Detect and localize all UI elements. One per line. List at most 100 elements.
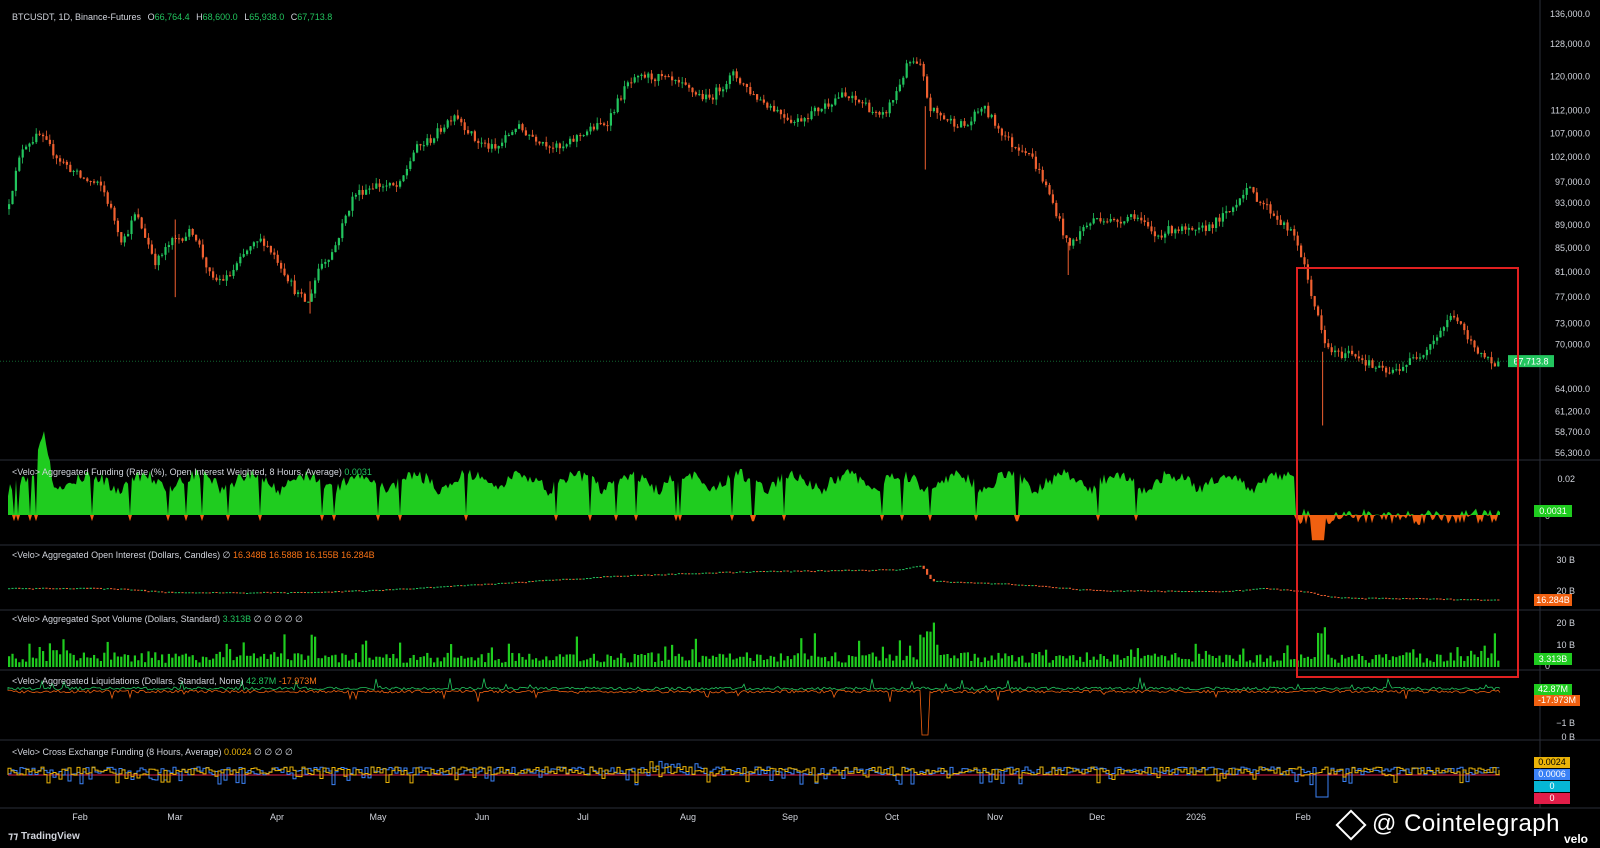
oi-candle <box>188 592 191 594</box>
spot-volume-bar <box>592 653 595 667</box>
candle-body <box>898 84 901 92</box>
spot-volume-bar <box>1422 662 1425 667</box>
spot-volume-bar <box>371 659 374 667</box>
spot-volume-bar <box>528 653 531 667</box>
spot-volume-bar <box>518 653 521 667</box>
candle-body <box>1354 354 1357 357</box>
spot-volume-bar <box>987 660 990 667</box>
candle-body <box>497 146 500 149</box>
oi-candle <box>191 592 194 594</box>
oi-candle <box>728 571 731 573</box>
candle-body <box>1429 344 1432 350</box>
spot-volume-bar <box>344 654 347 667</box>
spot-volume-bar <box>732 659 735 667</box>
price-tick-label: 120,000.0 <box>1550 71 1590 81</box>
oi-candle <box>1378 598 1381 600</box>
oi-candle <box>1123 590 1126 592</box>
oi-candle <box>1456 599 1459 601</box>
oi-candle <box>912 566 915 568</box>
spot-volume-bar <box>994 659 997 667</box>
candle-body <box>1412 357 1415 359</box>
spot-volume-bar <box>1374 654 1377 667</box>
candle-body <box>1361 358 1364 361</box>
liq-short-label: -17.973M <box>1538 695 1576 705</box>
tradingview-logo[interactable]: ⁊⁊ TradingView <box>8 831 80 842</box>
candle-body <box>800 118 803 122</box>
oi-candle <box>52 588 55 590</box>
spot-volume-bar <box>834 652 837 667</box>
btc-chart[interactable]: 136,000.0 128,000.0 120,000.0 112,000.0 107,… <box>0 0 1600 848</box>
spot-volume-bar <box>89 657 92 667</box>
spot-volume-bar <box>433 662 436 667</box>
candle-body <box>671 76 674 81</box>
candle-body <box>983 105 986 109</box>
spot-volume-bar <box>943 654 946 667</box>
spot-volume-bar <box>181 654 184 667</box>
oi-candle <box>225 592 228 594</box>
spot-volume-bar <box>426 652 429 667</box>
spot-volume-bar <box>521 656 524 667</box>
oi-candle <box>195 592 198 594</box>
oi-candle <box>1262 587 1265 589</box>
spot-volume-bar <box>171 657 174 667</box>
oi-candle <box>1374 597 1377 599</box>
spot-volume-bar <box>1459 656 1462 667</box>
spot-volume-bar <box>841 662 844 667</box>
oi-candle <box>616 575 619 577</box>
oi-candle <box>552 579 555 581</box>
candle-body <box>259 238 262 242</box>
highlight-box[interactable] <box>1296 267 1519 678</box>
oi-candle <box>140 589 143 591</box>
oi-candle <box>1276 588 1279 590</box>
funding-title: <Velo> Aggregated Funding (Rate (%), Ope… <box>12 467 342 477</box>
oi-candle <box>150 590 153 592</box>
spot-volume-bar <box>314 636 317 667</box>
candle-body <box>847 96 850 99</box>
oi-candle <box>973 582 976 584</box>
spot-volume-bar <box>980 662 983 667</box>
spot-volume-bar <box>1048 662 1051 667</box>
candle-body <box>1463 323 1466 331</box>
oi-candle <box>354 590 357 592</box>
spot-volume-bar <box>157 660 160 667</box>
candle-body <box>603 123 606 126</box>
price-tick-label: 77,000.0 <box>1555 292 1590 302</box>
spot-volume-bar <box>606 654 609 667</box>
spot-volume-bar <box>286 659 289 667</box>
spot-volume-bar <box>688 660 691 667</box>
candle-body <box>1106 221 1109 223</box>
candle-body <box>150 244 153 254</box>
spot-volume-bar <box>875 656 878 667</box>
oi-candle <box>1181 591 1184 593</box>
spot-volume-bar <box>239 655 242 667</box>
oi-candle <box>813 571 816 573</box>
spot-volume-bar <box>280 653 283 667</box>
spot-volume-bar <box>541 659 544 667</box>
candle-body <box>790 119 793 123</box>
spot-volume-bar <box>626 662 629 667</box>
spot-volume-bar <box>1021 655 1024 667</box>
spot-volume-bar <box>463 658 466 667</box>
oi-candle <box>1245 589 1248 591</box>
spot-volume-bar <box>1269 655 1272 667</box>
funding-tick-label: 0.02 <box>1557 474 1575 484</box>
oi-candle <box>467 584 470 586</box>
time-axis-label: Jun <box>475 812 490 822</box>
oi-candle <box>548 579 551 581</box>
candle-body <box>1228 211 1231 213</box>
oi-candle <box>501 582 504 584</box>
liq-tick-label: −1 B <box>1556 718 1575 728</box>
oi-candle <box>497 582 500 584</box>
oi-candle <box>1092 589 1095 591</box>
spot-volume-bar <box>8 656 11 667</box>
oi-candle <box>283 592 286 594</box>
oi-candle <box>395 588 398 590</box>
candle-body <box>1249 187 1252 189</box>
candle-body <box>1198 227 1201 230</box>
spot-volume-bar <box>103 652 106 667</box>
funding-pane: 0.0200.0031 <box>8 431 1575 541</box>
candle-body <box>1225 211 1228 214</box>
oi-candle <box>1364 598 1367 600</box>
candle-body <box>164 247 167 255</box>
spot-volume-bar <box>229 649 232 667</box>
